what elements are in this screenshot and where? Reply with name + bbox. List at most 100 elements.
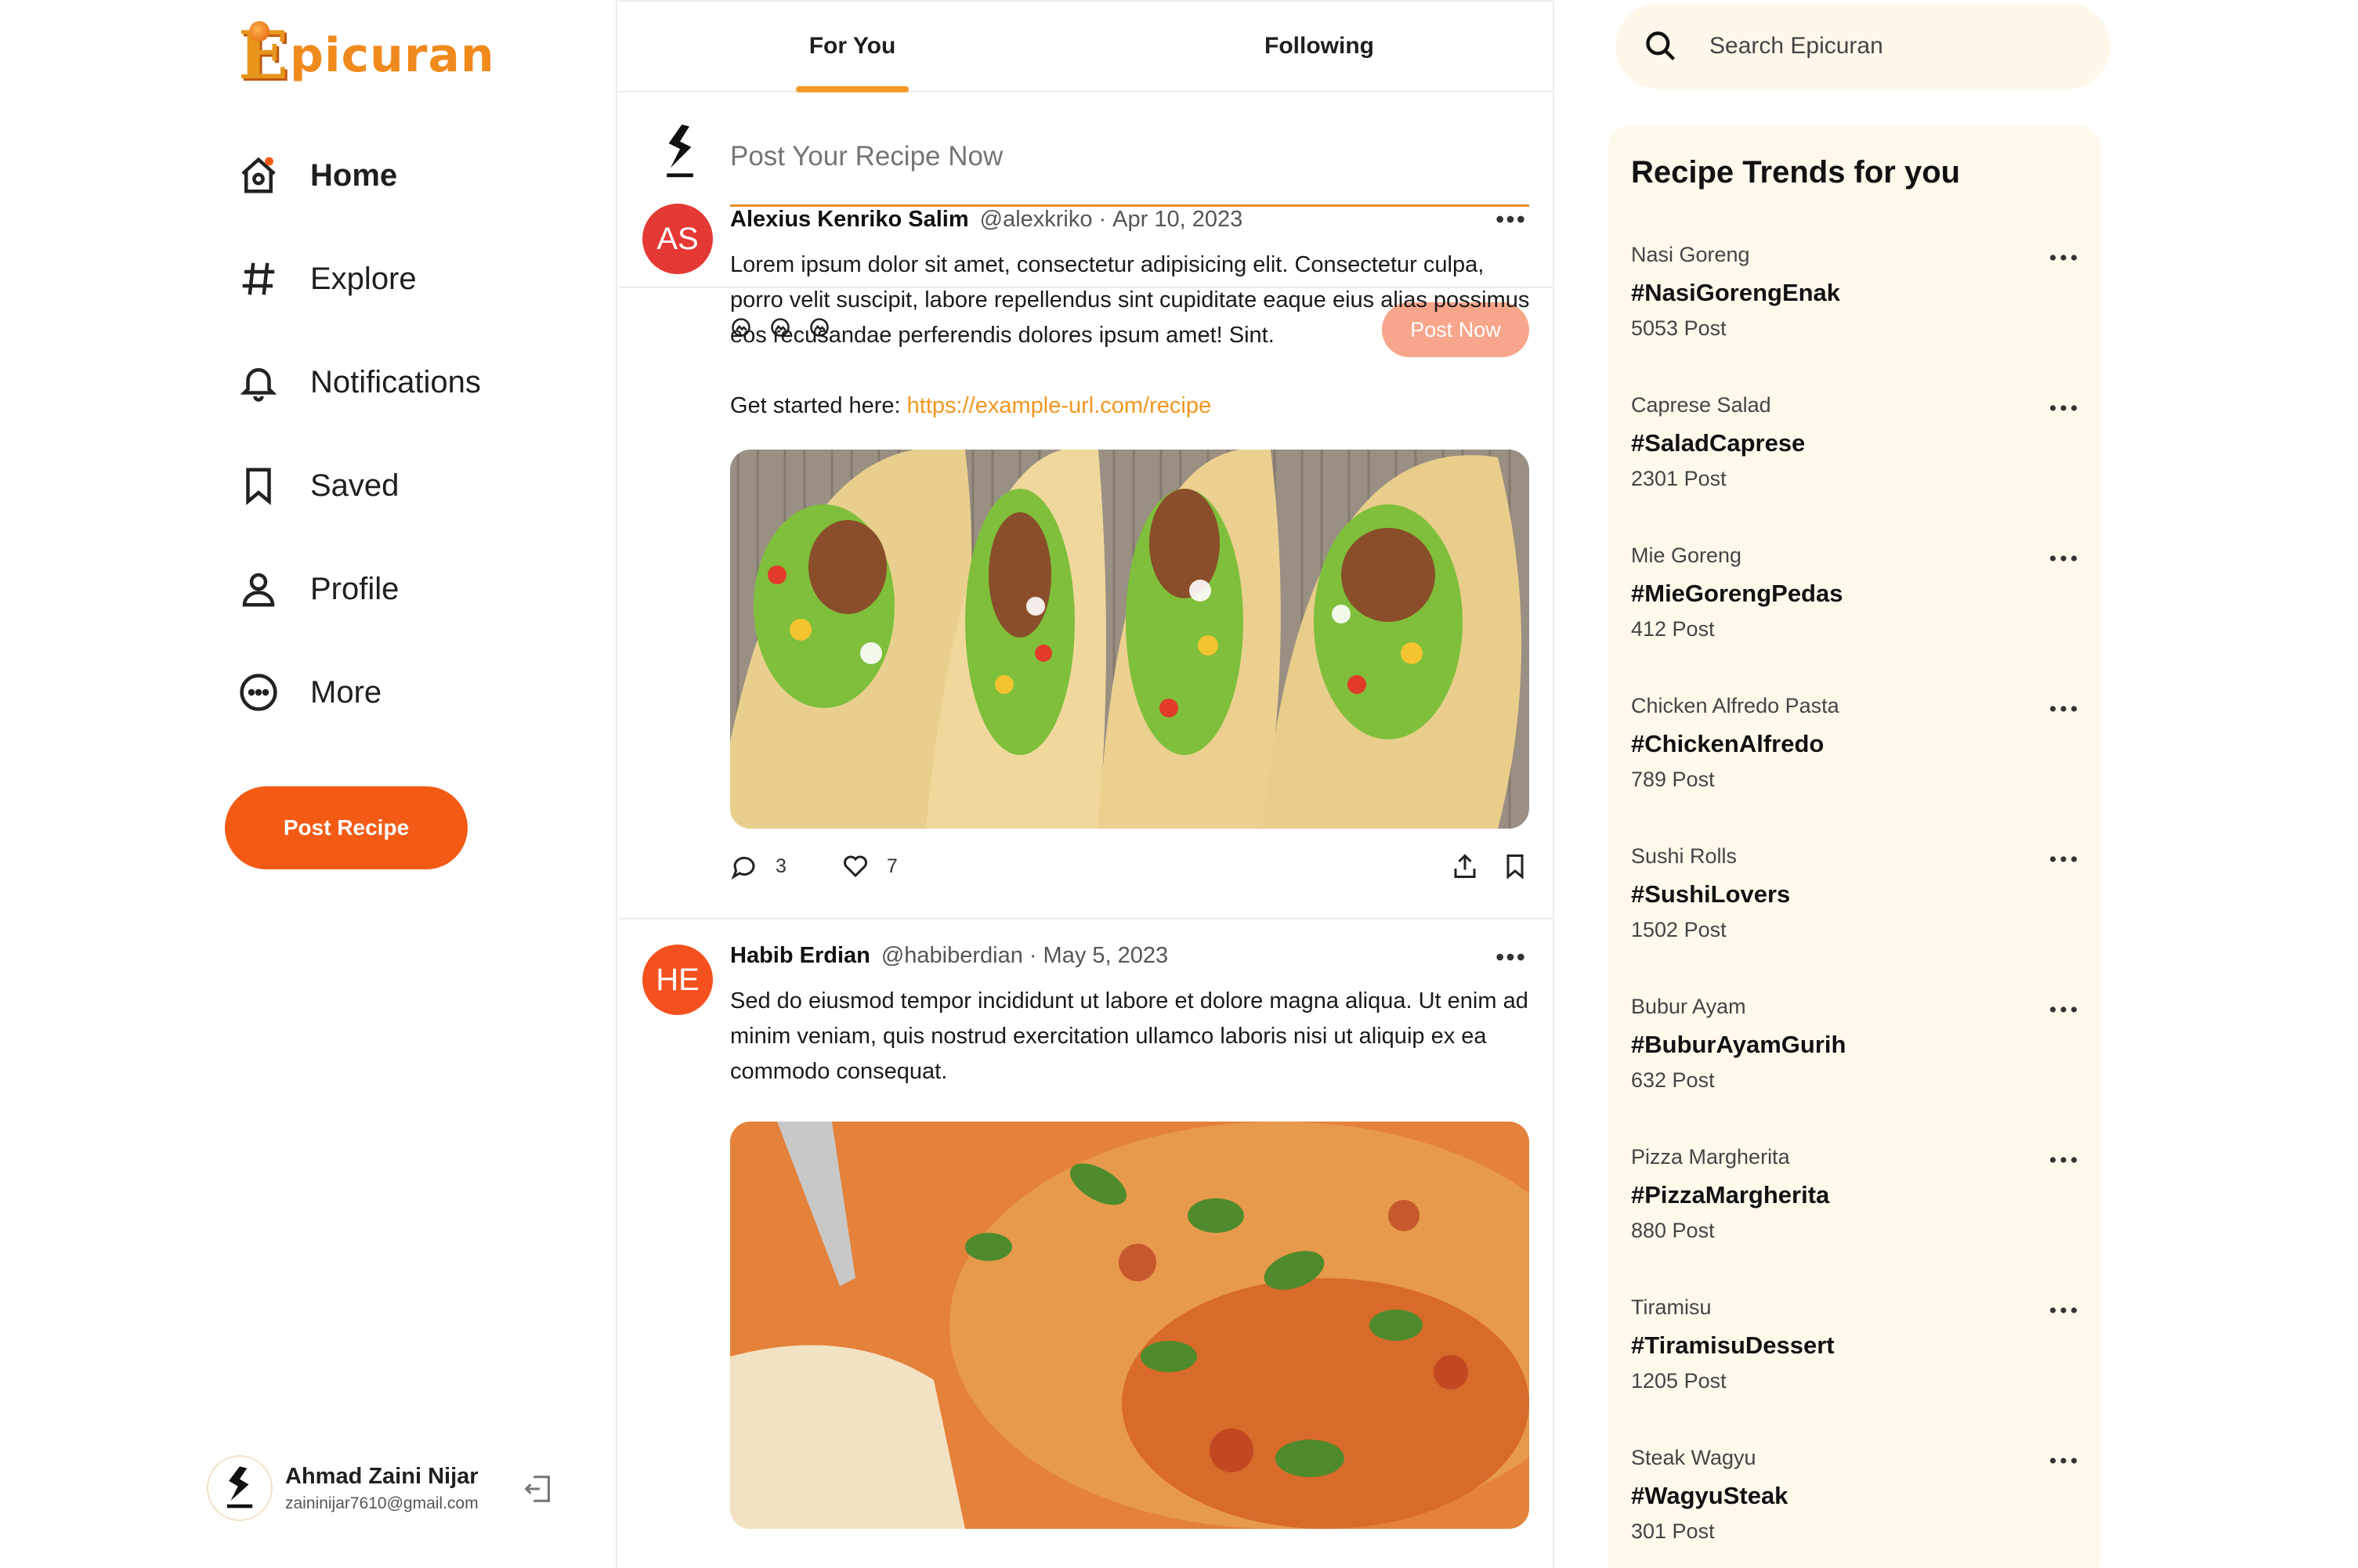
logo-text: picuran [290,28,495,83]
trend-tag: #SushiLovers [1631,880,1791,908]
more-dots-icon[interactable] [2049,705,2078,713]
nav-item-saved[interactable]: Saved [235,456,481,515]
tab-following[interactable]: Following [1086,2,1553,91]
trend-item[interactable]: Nasi Goreng #NasiGorengEnak 5053 Post [1631,243,2078,376]
post-link-prefix: Get started here: [730,393,907,418]
more-dots-icon[interactable] [2049,404,2078,412]
more-dots-icon[interactable] [2049,1306,2078,1314]
nav-label-more: More [310,674,382,710]
comment-button[interactable]: 3 [730,852,787,880]
trend-count: 301 Post [1631,1519,1715,1543]
trend-item[interactable]: Chicken Alfredo Pasta #ChickenAlfredo 78… [1631,694,2078,827]
trend-count: 5053 Post [1631,316,1727,340]
nav-label-explore: Explore [310,261,417,296]
nav-item-explore[interactable]: Explore [235,249,481,309]
user-icon [235,565,282,612]
user-info: Ahmad Zaini Nijar zaininijar7610@gmail.c… [285,1464,479,1513]
avatar [207,1455,273,1521]
trend-tag: #PizzaMargherita [1631,1181,1830,1209]
post-handle: @habiberdian [881,943,1023,968]
more-dots-icon[interactable] [2049,1156,2078,1164]
post-author[interactable]: Habib Erdian [730,943,870,969]
avatar[interactable]: HE [642,945,713,1015]
trend-category: Steak Wagyu [1631,1446,1756,1469]
more-dots-icon[interactable] [1495,211,1526,227]
search-bar[interactable] [1615,3,2110,89]
more-dots-icon[interactable] [2049,555,2078,562]
post-recipe-button[interactable]: Post Recipe [225,786,468,869]
feed-tabs: For You Following [619,0,1553,92]
nav-label-notifications: Notifications [310,364,481,399]
trend-tag: #TiramisuDessert [1631,1331,1835,1359]
more-dots-icon[interactable] [1495,949,1526,965]
trend-category: Chicken Alfredo Pasta [1631,694,1839,717]
user-email: zaininijar7610@gmail.com [285,1494,479,1512]
taco-image[interactable] [730,450,1529,829]
trend-item[interactable]: Tiramisu #TiramisuDessert 1205 Post [1631,1295,2078,1429]
left-sidebar: E picuran Home Explore Notifications Sav… [0,0,617,1568]
baked-rice-image[interactable] [730,1122,1529,1529]
more-dots-icon[interactable] [2049,1006,2078,1013]
separator-dot: · [1029,943,1037,968]
more-dots-icon[interactable] [2049,855,2078,863]
nav-item-more[interactable]: More [235,663,481,722]
post-text: Lorem ipsum dolor sit amet, consectetur … [730,247,1537,424]
post-header: Habib Erdian @habiberdian · May 5, 2023 [730,943,1168,969]
bookmark-icon[interactable] [1501,852,1529,880]
post-link[interactable]: https://example-url.com/recipe [907,393,1211,418]
trend-count: 412 Post [1631,617,1715,641]
tab-for-you[interactable]: For You [619,2,1086,91]
home-icon [235,152,282,199]
avatar[interactable]: AS [642,204,713,274]
trend-count: 632 Post [1631,1068,1715,1092]
like-button[interactable]: 7 [841,852,898,880]
trend-item[interactable]: Pizza Margherita #PizzaMargherita 880 Po… [1631,1145,2078,1278]
nav-item-notifications[interactable]: Notifications [235,352,481,412]
user-name: Ahmad Zaini Nijar [285,1463,479,1489]
nav-item-profile[interactable]: Profile [235,559,481,619]
search-icon [1646,31,1676,61]
heart-icon [843,855,867,878]
trend-count: 789 Post [1631,768,1715,791]
trend-category: Tiramisu [1631,1295,1712,1319]
more-circle-icon [235,669,282,716]
post-author[interactable]: Alexius Kenriko Salim [730,207,969,233]
post-handle: @alexkriko [979,207,1093,232]
main-feed: For You Following Post Now AS Alexius Ke… [619,0,1554,1568]
like-count: 7 [886,854,898,877]
bookmark-icon [235,462,282,509]
bell-icon [235,359,282,406]
nav-item-home[interactable]: Home [235,146,481,205]
more-dots-icon[interactable] [2049,1457,2078,1465]
trend-category: Bubur Ayam [1631,995,1746,1018]
comment-count: 3 [776,854,787,877]
post-date: May 5, 2023 [1043,943,1169,968]
trend-count: 1502 Post [1631,918,1727,941]
trend-item[interactable]: Mie Goreng #MieGorengPedas 412 Post [1631,544,2078,677]
trend-category: Pizza Margherita [1631,1145,1790,1169]
logout-icon[interactable] [520,1471,556,1507]
trend-item[interactable]: Sushi Rolls #SushiLovers 1502 Post [1631,844,2078,977]
comment-icon [731,856,755,880]
post-card: AS Alexius Kenriko Salim @alexkriko · Ap… [619,185,1553,919]
trend-item[interactable]: Caprese Salad #SaladCaprese 2301 Post [1631,393,2078,526]
logo-letter: E [238,16,289,94]
trend-count: 2301 Post [1631,467,1727,490]
share-icon[interactable] [1451,852,1479,880]
recipe-trends-panel: Recipe Trends for you Nasi Goreng #NasiG… [1608,125,2101,1568]
main-nav: Home Explore Notifications Saved Profile [235,146,481,766]
post-card: HE Habib Erdian @habiberdian · May 5, 20… [619,919,1553,1546]
trend-category: Mie Goreng [1631,544,1742,567]
trend-item[interactable]: Bubur Ayam #BuburAyamGurih 632 Post [1631,995,2078,1128]
trend-item[interactable]: Steak Wagyu #WagyuSteak 301 Post [1631,1446,2078,1568]
trend-count: 880 Post [1631,1219,1715,1242]
post-header: Alexius Kenriko Salim @alexkriko · Apr 1… [730,207,1242,233]
search-input[interactable] [1709,33,2085,60]
trend-category: Nasi Goreng [1631,243,1750,266]
post-secondary-actions [1451,852,1529,880]
more-dots-icon[interactable] [2049,254,2078,262]
trend-tag: #SaladCaprese [1631,429,1806,457]
user-card[interactable]: Ahmad Zaini Nijar zaininijar7610@gmail.c… [207,1451,552,1526]
epicuran-logo[interactable]: E picuran [238,20,495,91]
post-body-text: Lorem ipsum dolor sit amet, consectetur … [730,252,1530,348]
